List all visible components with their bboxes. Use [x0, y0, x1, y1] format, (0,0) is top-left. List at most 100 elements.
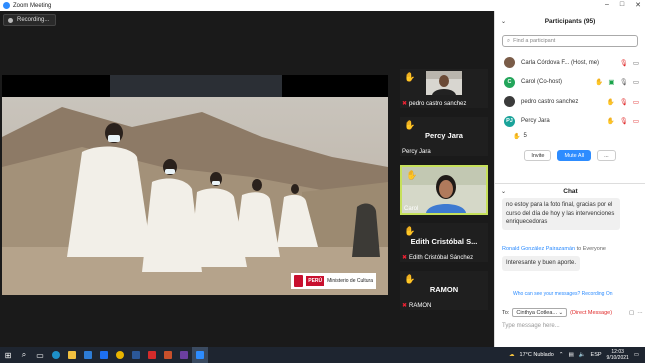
network-icon[interactable]: ▤ — [568, 352, 573, 358]
chevron-down-icon[interactable]: ⌄ — [501, 188, 506, 195]
participant-search[interactable]: ⌕ Find a participant — [502, 35, 638, 47]
recording-label: Recording... — [17, 17, 50, 23]
participant-actions: Invite Mute All ... — [495, 150, 645, 161]
minimize-icon[interactable]: – — [605, 1, 609, 9]
raised-hand-icon: ✋ — [406, 170, 418, 180]
store-icon[interactable] — [80, 347, 96, 363]
video-off-icon[interactable]: ▭ — [633, 117, 639, 125]
participant-status: 🎙 ▭ — [620, 59, 639, 67]
search-icon[interactable]: ⌕ — [16, 347, 32, 363]
share-screen-icon: ▣ — [608, 79, 615, 87]
tile-big-name: RAMON — [429, 285, 459, 294]
video-tile[interactable]: ✋ ✖ pedro castro sanchez — [400, 69, 488, 108]
ministry-label: Ministerio de Cultura — [327, 278, 373, 284]
shared-video: PERÚ Ministerio de Cultura — [2, 97, 388, 295]
mic-icon[interactable]: 🎙 — [620, 78, 628, 86]
video-camera-icon[interactable]: ▭ — [633, 59, 639, 67]
mic-muted-icon[interactable]: 🎙 — [620, 117, 628, 125]
chrome-icon[interactable] — [112, 347, 128, 363]
raised-hand-icon: ✋ — [404, 72, 416, 82]
who-can-see-link[interactable]: Who can see your messages? Recording On — [513, 291, 613, 297]
task-view-icon[interactable]: ▭ — [32, 347, 48, 363]
maximize-icon[interactable]: □ — [620, 1, 624, 9]
video-tile-active-speaker[interactable]: ✋ Carol — [400, 165, 488, 215]
tile-name: pedro castro sanchez — [409, 100, 467, 107]
recording-dot-icon — [8, 17, 13, 23]
tile-footer: Percy Jara — [402, 149, 431, 155]
windows-taskbar: ⊞ ⌕ ▭ ☁ 17°C Nublado ⌃ ▤ 🔈 ESP 12:03 9/1… — [0, 347, 645, 363]
video-off-icon[interactable]: ▭ — [633, 98, 639, 106]
clock[interactable]: 12:03 9/10/2021 — [607, 349, 629, 361]
participant-row[interactable]: Carla Córdova F... (Host, me) 🎙 ▭ — [495, 53, 645, 73]
mic-muted-icon[interactable]: 🎙 — [620, 59, 628, 67]
peru-seal-icon — [294, 275, 304, 287]
mic-muted-icon: ✖ — [402, 303, 408, 309]
raised-hand-icon: ✋ — [404, 274, 416, 284]
participant-role: (Host, me) — [571, 59, 600, 66]
meeting-area: Recording... PERÚ Ministerio de Cultura … — [0, 11, 494, 347]
ministry-logo: PERÚ Ministerio de Cultura — [291, 273, 376, 289]
video-tile[interactable]: ✋ RAMON ✖ RAMON — [400, 271, 488, 310]
chat-message: no estoy para la foto final, gracias por… — [502, 198, 620, 230]
zoom-logo-icon — [3, 2, 10, 9]
more-button[interactable]: ... — [597, 150, 616, 161]
tile-footer: ✖ Edith Cristóbal Sánchez — [402, 254, 473, 262]
raised-hand-icon: ✋ — [404, 120, 416, 130]
raised-hand-icon: ✋ — [513, 134, 521, 140]
window-title: Zoom Meeting — [13, 2, 52, 9]
weather-icon: ☁ — [509, 352, 515, 358]
mic-muted-icon[interactable]: 🎙 — [620, 98, 628, 106]
invite-button[interactable]: Invite — [524, 150, 552, 161]
recording-badge[interactable]: Recording... — [3, 14, 57, 26]
side-panel: ⌄ Participants (95) ⌕ Find a participant… — [494, 11, 645, 347]
recipient-select[interactable]: Cinthya Cotlea... ⌄ — [512, 308, 568, 317]
volume-icon[interactable]: 🔈 — [579, 352, 586, 358]
chat-recipient-row: To: Cinthya Cotlea... ⌄ (Direct Message)… — [502, 308, 643, 317]
mute-all-button[interactable]: Mute All — [557, 150, 592, 161]
dropbox-icon[interactable] — [96, 347, 112, 363]
language-indicator[interactable]: ESP — [591, 352, 602, 358]
zoom-taskbar-icon[interactable] — [192, 347, 208, 363]
powerpoint-icon[interactable] — [160, 347, 176, 363]
recipient-value: Cinthya Cotlea... — [516, 309, 558, 316]
participant-row[interactable]: PJ Percy Jara ✋ 🎙 ▭ — [495, 112, 645, 132]
tile-footer: Carol — [404, 206, 418, 212]
window-titlebar: Zoom Meeting – □ ✕ — [0, 0, 645, 11]
participant-status: ✋ 🎙 ▭ — [606, 98, 639, 106]
to-label: To: — [502, 309, 510, 316]
participant-name: pedro castro sanchez — [521, 98, 579, 105]
mic-muted-icon: ✖ — [402, 255, 408, 261]
file-explorer-icon[interactable] — [64, 347, 80, 363]
acrobat-icon[interactable] — [144, 347, 160, 363]
peru-label: PERÚ — [306, 276, 325, 286]
windows-start-icon[interactable]: ⊞ — [0, 347, 16, 363]
sender-name: Ronald González Pairazamán — [502, 246, 576, 252]
more-options-icon[interactable]: ··· — [637, 310, 643, 316]
notifications-icon[interactable]: ▭ — [634, 352, 639, 358]
video-tile[interactable]: ✋ Edith Cristóbal S... ✖ Edith Cristóbal… — [400, 223, 488, 262]
chevron-down-icon[interactable]: ⌄ — [501, 18, 506, 25]
window-controls: – □ ✕ — [605, 1, 641, 9]
participant-row[interactable]: pedro castro sanchez ✋ 🎙 ▭ — [495, 92, 645, 112]
participant-name: Carol (Co-host) — [521, 79, 563, 86]
file-icon[interactable]: ▢ — [629, 310, 634, 316]
word-icon[interactable] — [128, 347, 144, 363]
participant-name: Carla Córdova F... — [521, 59, 570, 66]
tray-chevron-icon[interactable]: ⌃ — [559, 352, 564, 358]
raised-hand-icon: ✋ — [606, 118, 615, 126]
video-camera-icon[interactable]: ▭ — [633, 78, 639, 86]
avatar: C — [504, 76, 515, 88]
raised-hand-icon: ✋ — [595, 79, 604, 87]
edge-icon[interactable] — [48, 347, 64, 363]
participant-row[interactable]: C Carol (Co-host) ✋ ▣ 🎙 ▭ — [495, 73, 645, 93]
media-icon[interactable] — [176, 347, 192, 363]
dancers-scene-image — [2, 97, 388, 295]
chat-input[interactable]: Type message here... — [502, 323, 560, 329]
tile-big-name: Edith Cristóbal S... — [410, 237, 478, 246]
chat-title: Chat — [563, 187, 578, 195]
video-tile[interactable]: ✋ Percy Jara Percy Jara — [400, 117, 488, 156]
tile-footer: ✖ pedro castro sanchez — [402, 100, 467, 108]
clock-date: 9/10/2021 — [606, 355, 629, 361]
close-icon[interactable]: ✕ — [635, 1, 641, 9]
weather-text[interactable]: 17°C Nublado — [520, 352, 554, 358]
